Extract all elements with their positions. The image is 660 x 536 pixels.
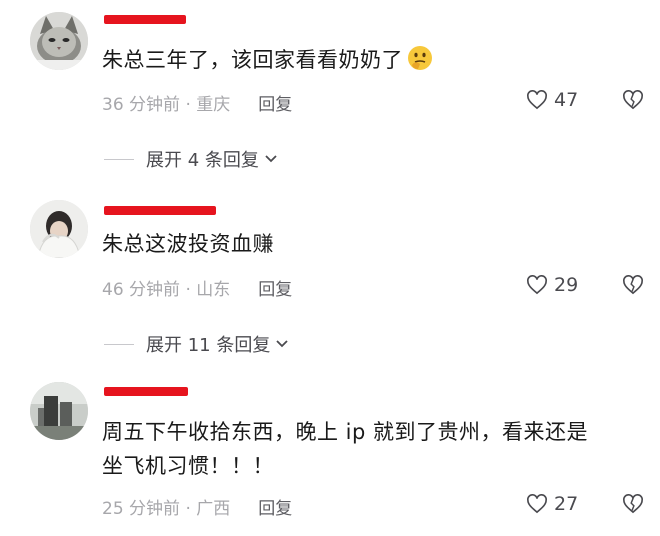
- heart-outline-icon: [527, 90, 547, 110]
- expand-replies-button[interactable]: 展开 11 条回复: [104, 331, 290, 357]
- comment-meta: 25 分钟前 · 广西 回复: [102, 494, 292, 519]
- broken-heart-icon: [623, 275, 643, 295]
- thinking-face-emoji: [407, 45, 433, 81]
- comment-text-content: 朱总三年了，该回家看看奶奶了: [102, 48, 403, 72]
- like-count: 47: [554, 89, 579, 111]
- like-count: 27: [554, 493, 579, 515]
- like-button[interactable]: 47: [526, 89, 578, 111]
- person-avatar-image: [30, 200, 88, 258]
- reply-button[interactable]: 回复: [258, 280, 292, 300]
- cat-avatar-image: [30, 12, 88, 70]
- comment-item-1: 朱总三年了，该回家看看奶奶了 36 分钟前 · 重庆 回复 47 展开 4 条回复: [0, 0, 660, 190]
- meta-separator: ·: [180, 499, 197, 519]
- building-avatar-image: [30, 382, 88, 440]
- dislike-button[interactable]: [622, 90, 644, 114]
- broken-heart-icon: [623, 494, 643, 514]
- comment-text: 周五下午收拾东西，晚上 ip 就到了贵州，看来还是 坐飞机习惯！！！: [102, 415, 588, 483]
- location: 重庆: [196, 95, 231, 115]
- comment-meta: 46 分钟前 · 山东 回复: [102, 275, 292, 300]
- avatar[interactable]: [30, 382, 88, 440]
- timestamp: 25 分钟前: [102, 499, 181, 519]
- avatar[interactable]: [30, 200, 88, 258]
- like-button[interactable]: 27: [526, 493, 578, 515]
- username-redacted[interactable]: [104, 387, 188, 396]
- broken-heart-icon: [623, 90, 643, 110]
- expand-replies-label: 展开 4 条回复: [146, 150, 259, 171]
- like-button[interactable]: 29: [526, 274, 578, 296]
- dislike-button[interactable]: [622, 494, 644, 518]
- comment-text: 朱总这波投资血赚: [102, 227, 274, 261]
- dislike-button[interactable]: [622, 275, 644, 299]
- comment-text-line-1: 周五下午收拾东西，晚上 ip 就到了贵州，看来还是: [102, 420, 589, 444]
- avatar[interactable]: [30, 12, 88, 70]
- location: 广西: [196, 499, 231, 519]
- timestamp: 36 分钟前: [102, 95, 181, 115]
- username-redacted[interactable]: [104, 15, 186, 24]
- comment-item-3: 周五下午收拾东西，晚上 ip 就到了贵州，看来还是 坐飞机习惯！！！ 25 分钟…: [0, 370, 660, 536]
- comment-item-2: 朱总这波投资血赚 46 分钟前 · 山东 回复 29 展开 11 条回复: [0, 190, 660, 370]
- reply-button[interactable]: 回复: [258, 95, 292, 115]
- expand-divider: [104, 343, 134, 345]
- comment-text-content: 朱总这波投资血赚: [102, 232, 274, 256]
- comment-text-line-2: 坐飞机习惯！！！: [102, 454, 274, 478]
- timestamp: 46 分钟前: [102, 280, 181, 300]
- expand-divider: [104, 158, 134, 160]
- chevron-down-icon: [276, 340, 288, 348]
- meta-separator: ·: [180, 95, 197, 115]
- like-count: 29: [554, 274, 579, 296]
- heart-outline-icon: [527, 494, 547, 514]
- location: 山东: [196, 280, 231, 300]
- expand-replies-label: 展开 11 条回复: [146, 335, 271, 356]
- username-redacted[interactable]: [104, 206, 216, 215]
- expand-replies-button[interactable]: 展开 4 条回复: [104, 146, 279, 172]
- comment-text: 朱总三年了，该回家看看奶奶了: [102, 43, 433, 81]
- comment-meta: 36 分钟前 · 重庆 回复: [102, 90, 292, 115]
- reply-button[interactable]: 回复: [258, 499, 292, 519]
- meta-separator: ·: [180, 280, 197, 300]
- chevron-down-icon: [265, 155, 277, 163]
- heart-outline-icon: [527, 275, 547, 295]
